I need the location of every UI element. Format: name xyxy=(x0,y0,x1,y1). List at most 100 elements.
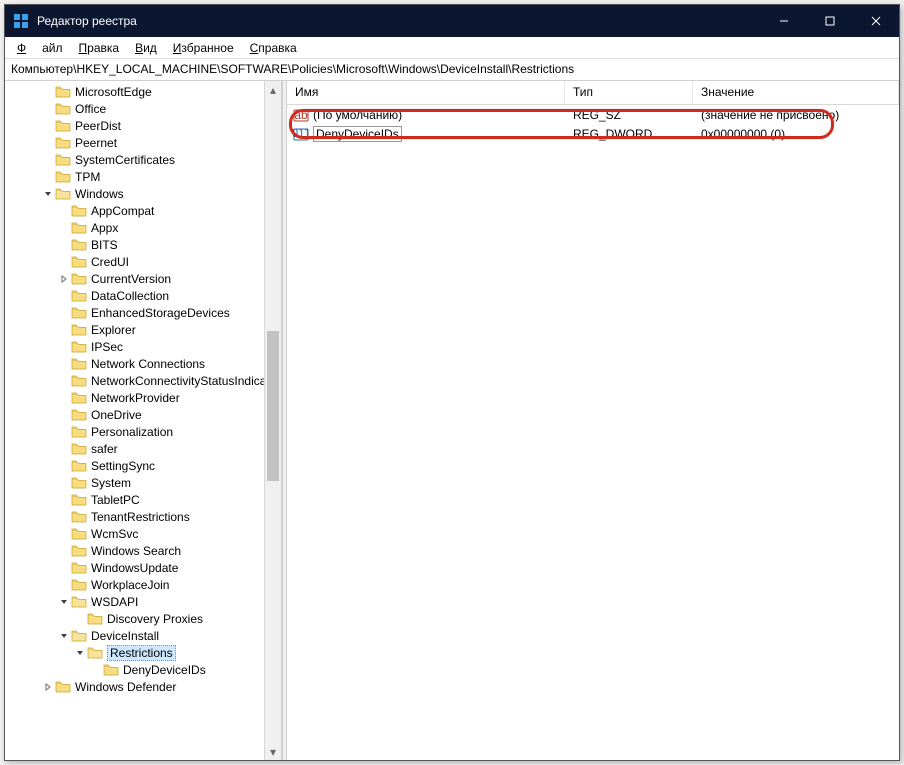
tree-scrollbar[interactable]: ▴ ▾ xyxy=(264,81,281,760)
folder-icon xyxy=(87,612,103,626)
folder-icon xyxy=(71,221,87,235)
tree-node[interactable]: CurrentVersion xyxy=(5,270,281,287)
tree-node[interactable]: Personalization xyxy=(5,423,281,440)
maximize-button[interactable] xyxy=(807,5,853,37)
folder-icon xyxy=(71,340,87,354)
folder-icon xyxy=(71,306,87,320)
tree-label: SettingSync xyxy=(91,459,155,473)
scroll-up-icon[interactable]: ▴ xyxy=(265,81,281,98)
tree-node[interactable]: Windows Search xyxy=(5,542,281,559)
value-row[interactable]: 011DenyDeviceIDsREG_DWORD0x00000000 (0) xyxy=(287,124,899,143)
folder-icon xyxy=(71,629,87,643)
tree-node[interactable]: Explorer xyxy=(5,321,281,338)
tree-node[interactable]: TenantRestrictions xyxy=(5,508,281,525)
folder-icon xyxy=(71,442,87,456)
tree-node[interactable]: OneDrive xyxy=(5,406,281,423)
tree-node[interactable]: Peernet xyxy=(5,134,281,151)
folder-icon xyxy=(55,680,71,694)
tree-node[interactable]: SystemCertificates xyxy=(5,151,281,168)
chevron-icon[interactable] xyxy=(41,682,55,692)
folder-icon xyxy=(71,204,87,218)
tree-node[interactable]: IPSec xyxy=(5,338,281,355)
tree-node[interactable]: Restrictions xyxy=(5,644,281,661)
tree-label: Restrictions xyxy=(107,645,176,661)
titlebar[interactable]: Редактор реестра xyxy=(5,5,899,37)
tree-node[interactable]: Appx xyxy=(5,219,281,236)
value-data: (значение не присвоено) xyxy=(693,108,899,122)
tree-node[interactable]: Windows Defender xyxy=(5,678,281,695)
folder-icon xyxy=(71,408,87,422)
folder-icon xyxy=(71,238,87,252)
menu-view[interactable]: Вид xyxy=(127,39,165,57)
tree-node[interactable]: EnhancedStorageDevices xyxy=(5,304,281,321)
window-title: Редактор реестра xyxy=(37,14,761,28)
tree-node[interactable]: AppCompat xyxy=(5,202,281,219)
tree-label: System xyxy=(91,476,131,490)
value-name: DenyDeviceIDs xyxy=(313,126,402,142)
tree-label: NetworkProvider xyxy=(91,391,180,405)
folder-icon xyxy=(71,527,87,541)
tree-node[interactable]: WSDAPI xyxy=(5,593,281,610)
chevron-icon[interactable] xyxy=(57,274,71,284)
values-pane[interactable]: Имя Тип Значение ab(По умолчанию)REG_SZ(… xyxy=(287,81,899,760)
minimize-button[interactable] xyxy=(761,5,807,37)
tree-node[interactable]: MicrosoftEdge xyxy=(5,83,281,100)
scroll-thumb[interactable] xyxy=(267,331,279,481)
tree-node[interactable]: DataCollection xyxy=(5,287,281,304)
close-button[interactable] xyxy=(853,5,899,37)
tree-node[interactable]: Windows xyxy=(5,185,281,202)
menu-bar: Файл Правка Вид Избранное Справка xyxy=(5,37,899,59)
chevron-icon[interactable] xyxy=(41,189,55,199)
tree-node[interactable]: System xyxy=(5,474,281,491)
svg-text:ab: ab xyxy=(294,108,308,122)
tree-node[interactable]: PeerDist xyxy=(5,117,281,134)
tree-node[interactable]: Office xyxy=(5,100,281,117)
tree-node[interactable]: Discovery Proxies xyxy=(5,610,281,627)
tree-label: MicrosoftEdge xyxy=(75,85,152,99)
tree-label: NetworkConnectivityStatusIndicator xyxy=(91,374,280,388)
menu-help[interactable]: Справка xyxy=(242,39,305,57)
tree-node[interactable]: TabletPC xyxy=(5,491,281,508)
menu-favorites[interactable]: Избранное xyxy=(165,39,242,57)
folder-icon xyxy=(71,544,87,558)
col-name[interactable]: Имя xyxy=(287,81,565,104)
tree-node[interactable]: WorkplaceJoin xyxy=(5,576,281,593)
scroll-down-icon[interactable]: ▾ xyxy=(265,743,281,760)
menu-edit[interactable]: Правка xyxy=(71,39,128,57)
tree-node[interactable]: safer xyxy=(5,440,281,457)
folder-icon xyxy=(71,510,87,524)
tree-node[interactable]: SettingSync xyxy=(5,457,281,474)
app-icon xyxy=(13,13,29,29)
folder-icon xyxy=(71,595,87,609)
address-bar[interactable]: Компьютер\HKEY_LOCAL_MACHINE\SOFTWARE\Po… xyxy=(5,59,899,81)
tree-node[interactable]: CredUI xyxy=(5,253,281,270)
tree-label: Appx xyxy=(91,221,118,235)
list-header: Имя Тип Значение xyxy=(287,81,899,105)
tree-label: TabletPC xyxy=(91,493,140,507)
tree-node[interactable]: WindowsUpdate xyxy=(5,559,281,576)
tree-node[interactable]: DenyDeviceIDs xyxy=(5,661,281,678)
reg-dword-icon: 011 xyxy=(293,126,309,142)
tree-label: Windows xyxy=(75,187,124,201)
chevron-icon[interactable] xyxy=(73,648,87,658)
tree-pane[interactable]: MicrosoftEdgeOfficePeerDistPeernetSystem… xyxy=(5,81,282,760)
folder-icon xyxy=(71,578,87,592)
tree-node[interactable]: TPM xyxy=(5,168,281,185)
tree-node[interactable]: WcmSvc xyxy=(5,525,281,542)
tree-node[interactable]: NetworkConnectivityStatusIndicator xyxy=(5,372,281,389)
col-value[interactable]: Значение xyxy=(693,81,899,104)
value-row[interactable]: ab(По умолчанию)REG_SZ(значение не присв… xyxy=(287,105,899,124)
tree-node[interactable]: DeviceInstall xyxy=(5,627,281,644)
tree-node[interactable]: Network Connections xyxy=(5,355,281,372)
folder-icon xyxy=(55,102,71,116)
col-type[interactable]: Тип xyxy=(565,81,693,104)
tree-label: CurrentVersion xyxy=(91,272,171,286)
tree-label: CredUI xyxy=(91,255,129,269)
value-data: 0x00000000 (0) xyxy=(693,127,899,141)
folder-icon xyxy=(71,476,87,490)
chevron-icon[interactable] xyxy=(57,631,71,641)
menu-file[interactable]: Файл xyxy=(9,39,71,57)
tree-node[interactable]: BITS xyxy=(5,236,281,253)
chevron-icon[interactable] xyxy=(57,597,71,607)
tree-node[interactable]: NetworkProvider xyxy=(5,389,281,406)
